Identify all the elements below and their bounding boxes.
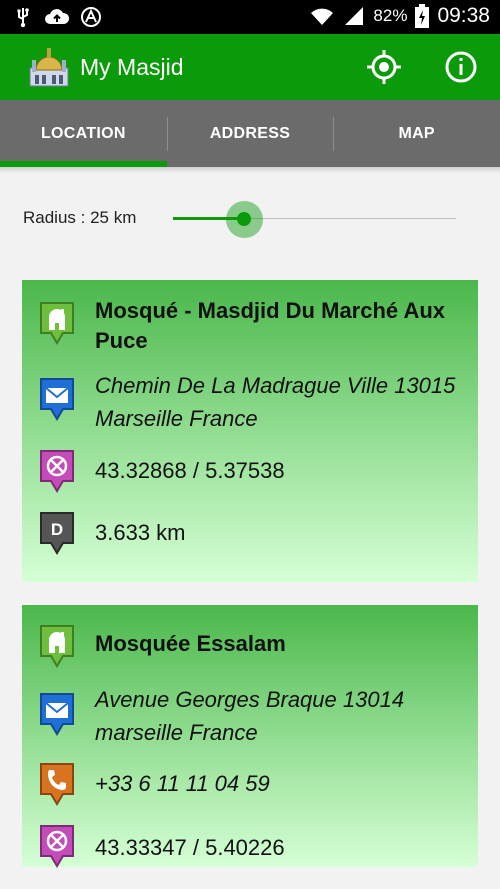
phone-pin-icon: [40, 763, 74, 806]
mosque-name: Mosqué - Masdjid Du Marché Aux Puce: [95, 298, 446, 353]
mosque-result-card[interactable]: Mosqué - Masdjid Du Marché Aux Puce Chem…: [22, 280, 478, 582]
distance-pin-icon: D: [40, 512, 74, 555]
tab-address[interactable]: ADDRESS: [166, 100, 334, 167]
tab-location[interactable]: LOCATION: [0, 100, 167, 167]
clock: 09:38: [437, 4, 490, 27]
battery-charging-icon: [415, 4, 430, 28]
crosshair-pin-icon: [40, 825, 74, 868]
distance-pin-letter: D: [51, 520, 63, 539]
logo-icon: [81, 7, 101, 27]
envelope-pin-icon: [40, 378, 74, 421]
coordinates-text: 43.33347 / 5.40226: [95, 835, 285, 860]
distance-text: 3.633 km: [95, 520, 186, 545]
mosque-name: Mosquée Essalam: [95, 631, 286, 656]
tab-map[interactable]: MAP: [333, 100, 500, 167]
status-bar: 82% 09:38: [0, 0, 500, 34]
envelope-pin-icon: [40, 693, 74, 736]
wifi-icon: [311, 8, 334, 25]
mosque-pin-icon: [40, 302, 74, 345]
slider-thumb[interactable]: [237, 212, 251, 226]
crosshair-pin-icon: [40, 450, 74, 493]
tab-bar: LOCATION ADDRESS MAP: [0, 100, 500, 167]
radius-slider[interactable]: [173, 196, 456, 242]
app-bar: My Masjid: [0, 34, 500, 100]
cloud-upload-icon: [45, 9, 70, 24]
usb-icon: [17, 8, 29, 28]
app-title: My Masjid: [80, 54, 184, 80]
signal-icon: [345, 7, 364, 25]
address-text: Chemin De La Madrague Ville 13015 Marsei…: [95, 373, 456, 431]
my-location-icon[interactable]: [366, 49, 402, 85]
battery-percent: 82%: [373, 6, 408, 25]
mosque-result-card[interactable]: Mosquée Essalam Avenue Georges Braque 13…: [22, 605, 478, 868]
tab-bar-shadow: [0, 167, 500, 173]
phone-text[interactable]: +33 6 11 11 04 59: [95, 767, 465, 800]
radius-label: Radius : 25 km: [23, 208, 137, 227]
info-icon[interactable]: [443, 49, 479, 85]
mosque-pin-icon: [40, 625, 74, 668]
coordinates-text: 43.32868 / 5.37538: [95, 458, 285, 483]
mosque-logo: [29, 48, 69, 87]
address-text: Avenue Georges Braque 13014 marseille Fr…: [95, 687, 405, 745]
